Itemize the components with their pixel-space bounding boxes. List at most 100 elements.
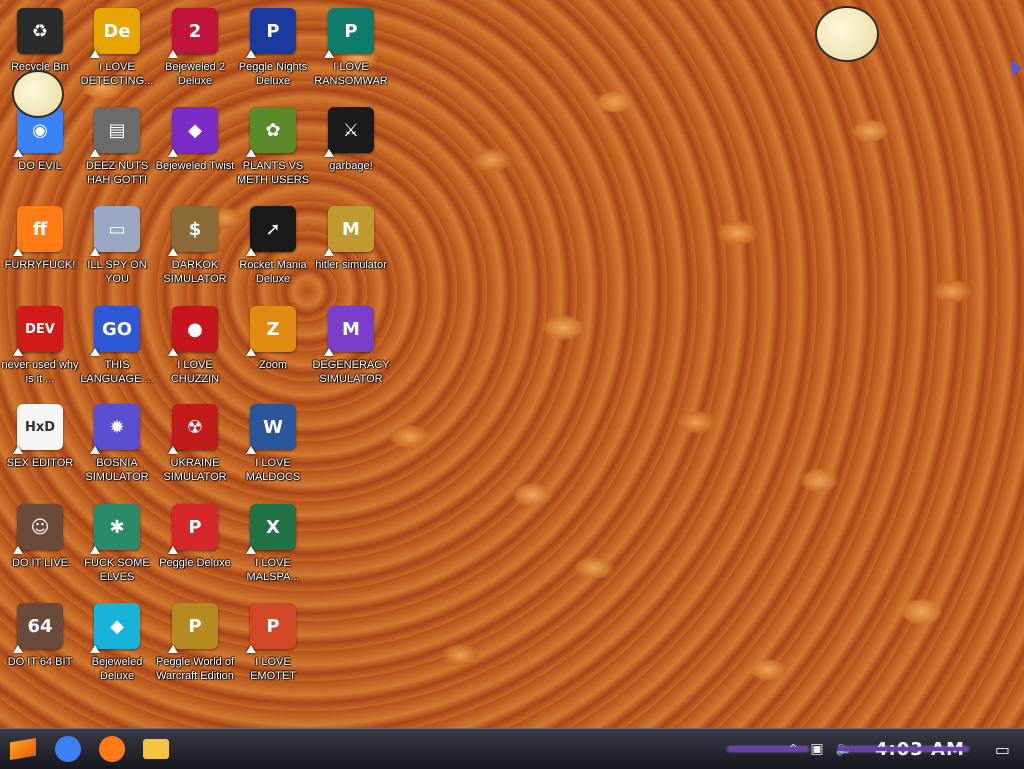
shortcut-arrow-icon	[246, 50, 256, 58]
desktop-icon[interactable]: ✹ BOSNIA SIMULATOR	[77, 398, 157, 496]
desktop-icon[interactable]: ☢ UKRAINE SIMULATOR	[155, 398, 235, 496]
desktop-icon[interactable]: Z Zoom	[233, 300, 313, 398]
desktop-icon-label: Rocket Mania Deluxe	[239, 259, 307, 285]
shortcut-arrow-icon	[324, 50, 334, 58]
desktop-icon-label: BOSNIA SIMULATOR	[85, 457, 149, 483]
diamond-icon: ◆	[90, 603, 140, 653]
scroll-arrow-icon[interactable]	[1012, 60, 1022, 76]
windows-stack-icon: ▤	[90, 107, 140, 157]
desktop-icon[interactable]: ✱ FUCK SOME ELVES	[77, 498, 157, 596]
shortcut-arrow-icon	[324, 248, 334, 256]
firefox-taskbar-icon	[99, 736, 125, 762]
shortcut-arrow-icon	[13, 546, 23, 554]
santa-icon: ✱	[90, 504, 140, 554]
desktop-icon[interactable]: HxD SEX EDITOR	[0, 398, 80, 496]
desktop-icon[interactable]: ✿ PLANTS VS METH USERS	[233, 101, 313, 199]
taskbar: ^ ▣ 🔈 4:03 AM ▭	[0, 728, 1024, 769]
shortcut-arrow-icon	[90, 149, 100, 157]
shortcut-arrow-icon	[13, 645, 23, 653]
desktop-icon[interactable]: ➚ Rocket Mania Deluxe	[233, 200, 313, 298]
excel-icon: X	[246, 504, 296, 554]
shortcut-arrow-icon	[13, 149, 23, 157]
recycle-bin-icon: ♻	[17, 8, 63, 54]
desktop-icon-label: I LOVE EMOTET	[250, 656, 296, 682]
desktop-icon-label: I LOVE MALSPA...	[246, 557, 300, 583]
desktop-icon[interactable]: Mhitler simulator	[311, 200, 391, 298]
bejeweled-twist-icon: ◆	[168, 107, 218, 157]
detect-it-easy-icon: De	[90, 8, 140, 58]
desktop-icon-label: hitler simulator	[315, 259, 387, 271]
desktop-icon-label: THIS LANGUAGE ...	[80, 359, 154, 385]
desktop-icon-label: DO IT LIVE	[11, 557, 69, 569]
peggle-wow-icon: P	[168, 603, 218, 653]
shortcut-arrow-icon	[90, 50, 100, 58]
desktop-icon[interactable]: 2 Bejeweled 2 Deluxe	[155, 2, 235, 100]
money-bag-icon: $	[168, 206, 218, 256]
desktop-icon[interactable]: ff FURRYFUCK!	[0, 200, 80, 298]
desktop-icon[interactable]: P I LOVE RANSOMWARE	[311, 2, 391, 100]
desktop-icon[interactable]: ☺ DO IT LIVE	[0, 498, 80, 596]
shortcut-arrow-icon	[324, 149, 334, 157]
remote-desktop-icon: ▭	[90, 206, 140, 256]
aoe-icon: ⚔	[324, 107, 374, 157]
desktop-pet-sprite[interactable]	[12, 70, 64, 118]
degeneracy-icon: M	[324, 306, 374, 356]
desktop-icon-label: Peggle Deluxe	[159, 557, 231, 569]
desktop-icon[interactable]: GO THIS LANGUAGE ...	[77, 300, 157, 398]
desktop-icon-label: DO EVIL	[18, 160, 62, 172]
desktop-icon-label: DARKOK SIMULATOR	[163, 259, 227, 285]
desktop-icon[interactable]: ◆ Bejeweled Twist	[155, 101, 235, 199]
shortcut-arrow-icon	[246, 546, 256, 554]
desktop-icon[interactable]: ▭ ILL SPY ON YOU	[77, 200, 157, 298]
desktop-icon[interactable]: P Peggle Nights Deluxe	[233, 2, 313, 100]
desktop-icon-label: Zoom	[258, 359, 288, 371]
desktop-icon[interactable]: ⚔ garbage!	[311, 101, 391, 199]
desktop-icon-label: I LOVE DETECTING...	[80, 61, 154, 87]
desktop-icon[interactable]: DEV never used why is it ...	[0, 300, 80, 398]
powerpoint-icon: P	[246, 603, 296, 653]
desktop-icon[interactable]: De I LOVE DETECTING...	[77, 2, 157, 100]
shortcut-arrow-icon	[246, 446, 256, 454]
desktop-icon[interactable]: ◆ Bejeweled Deluxe	[77, 597, 157, 695]
desktop-icon[interactable]: P Peggle Deluxe	[155, 498, 235, 596]
shortcut-arrow-icon	[168, 348, 178, 356]
desktop-icon[interactable]: $ DARKOK SIMULATOR	[155, 200, 235, 298]
notification-icon[interactable]: ▭	[981, 740, 1024, 759]
desktop-icon[interactable]: P I LOVE EMOTET	[233, 597, 313, 695]
desktop-icon[interactable]: ● I LOVE CHUZZIN	[155, 300, 235, 398]
desktop-icon-label: never used why is it ...	[1, 359, 79, 385]
shortcut-arrow-icon	[168, 446, 178, 454]
desktop-icon[interactable]: X I LOVE MALSPA...	[233, 498, 313, 596]
start-button[interactable]	[0, 729, 46, 769]
goland-icon: GO	[90, 306, 140, 356]
shortcut-arrow-icon	[13, 446, 23, 454]
start-orb-icon	[10, 738, 36, 760]
bejeweled2-icon: 2	[168, 8, 218, 58]
shortcut-arrow-icon	[90, 348, 100, 356]
shortcut-arrow-icon	[324, 348, 334, 356]
desktop-icon[interactable]: ▤ DEEZ NUTS HAH GOTTI	[77, 101, 157, 199]
shortcut-arrow-icon	[13, 348, 23, 356]
desktop-icon-label: garbage!	[329, 160, 373, 172]
desktop-icon-label: DEEZ NUTS HAH GOTTI	[85, 160, 149, 186]
shortcut-arrow-icon	[246, 645, 256, 653]
desktop-icon[interactable]: W I LOVE MALDOCS	[233, 398, 313, 496]
desktop-icon[interactable]: 64 DO IT 64 BIT	[0, 597, 80, 695]
word-icon: W	[246, 404, 296, 454]
rocket-mania-icon: ➚	[246, 206, 296, 256]
taskbar-app-button[interactable]	[46, 729, 90, 769]
desktop-icon[interactable]: P Peggle World of Warcraft Edition	[155, 597, 235, 695]
portrait64-icon: 64	[13, 603, 63, 653]
shortcut-arrow-icon	[90, 645, 100, 653]
medal-icon: M	[324, 206, 374, 256]
desktop-icon-label: Peggle World of Warcraft Edition	[155, 656, 235, 682]
desktop-pet-sprite[interactable]	[815, 6, 879, 62]
shortcut-arrow-icon	[168, 645, 178, 653]
desktop-icon[interactable]: M DEGENERACY SIMULATOR	[311, 300, 391, 398]
desktop-icon-label: Bejeweled 2 Deluxe	[165, 61, 225, 87]
desktop-icon-label: FURRYFUCK!	[4, 259, 76, 271]
taskbar-app-button[interactable]	[90, 729, 134, 769]
network-icon[interactable]: ▣	[804, 741, 829, 757]
taskbar-app-button[interactable]	[134, 729, 178, 769]
desktop-icon-label: ILL SPY ON YOU	[87, 259, 147, 285]
